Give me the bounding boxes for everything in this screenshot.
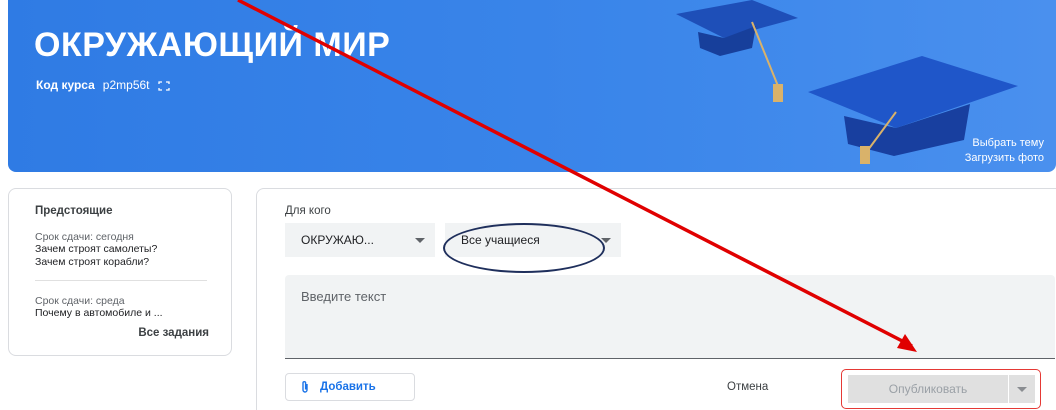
course-select[interactable]: ОКРУЖАЮ... [285, 223, 435, 257]
paperclip-icon [302, 381, 308, 393]
upcoming-card: Предстоящие Срок сдачи: сегодня Зачем ст… [8, 188, 232, 356]
announcement-text-input[interactable]: Введите текст [285, 275, 1055, 359]
fullscreen-icon[interactable] [157, 80, 170, 91]
chevron-down-icon [601, 238, 611, 243]
task-link[interactable]: Зачем строят корабли? [35, 256, 231, 269]
course-select-value: ОКРУЖАЮ... [301, 233, 374, 247]
course-title: ОКРУЖАЮЩИЙ МИР [34, 26, 391, 64]
all-tasks-link[interactable]: Все задания [138, 327, 209, 339]
text-placeholder: Введите текст [301, 289, 387, 304]
banner-links: Выбрать тему Загрузить фото [965, 136, 1044, 166]
add-button-label: Добавить [320, 381, 376, 393]
course-code-value: p2mp56t [102, 78, 150, 92]
students-select[interactable]: Все учащиеся [445, 223, 621, 257]
announcement-composer: Для кого ОКРУЖАЮ... Все учащиеся Введите… [256, 188, 1056, 410]
task-link[interactable]: Почему в автомобиле и ... [35, 307, 231, 320]
course-code: Код курса p2mp56t [36, 78, 170, 92]
due-label: Срок сдачи: сегодня [35, 231, 134, 243]
publish-button[interactable]: Опубликовать [848, 375, 1008, 403]
course-code-label: Код курса [36, 78, 95, 92]
task-link[interactable]: Зачем строят самолеты? [35, 243, 231, 256]
add-attachment-button[interactable]: Добавить [285, 373, 415, 401]
for-whom-label: Для кого [285, 205, 331, 217]
publish-options-button[interactable] [1009, 375, 1035, 403]
upcoming-title: Предстоящие [35, 205, 113, 217]
publish-group-highlight: Опубликовать [841, 369, 1041, 409]
due-label: Срок сдачи: среда [35, 295, 125, 307]
divider [35, 280, 207, 281]
chevron-down-icon [1017, 387, 1027, 392]
students-select-value: Все учащиеся [461, 233, 540, 247]
chevron-down-icon [415, 238, 425, 243]
course-banner: ОКРУЖАЮЩИЙ МИР Код курса p2mp56t Выбрать… [8, 0, 1056, 172]
upload-photo-link[interactable]: Загрузить фото [965, 151, 1044, 166]
select-theme-link[interactable]: Выбрать тему [965, 136, 1044, 151]
cancel-button[interactable]: Отмена [727, 381, 768, 393]
